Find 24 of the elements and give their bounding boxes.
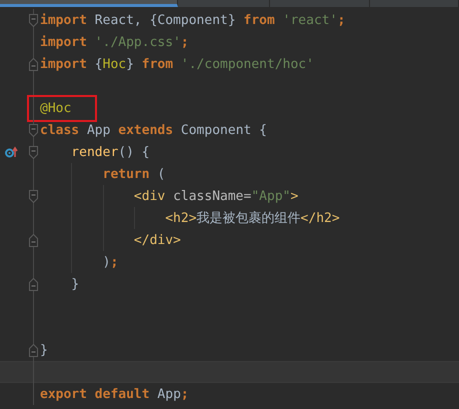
code-line: <h2>我是被包裹的组件</h2>: [164, 210, 340, 227]
code-line: );: [102, 254, 118, 270]
fold-icon[interactable]: [29, 234, 38, 246]
editor-tab[interactable]: [0, 0, 178, 7]
fold-icon[interactable]: [29, 344, 38, 356]
code-line: import React, {Component} from 'react';: [40, 12, 346, 28]
code-line: render() {: [70, 144, 150, 160]
override-method-icon[interactable]: [5, 146, 18, 158]
code-line: return (: [102, 166, 166, 182]
code-line: export default App;: [40, 386, 189, 402]
fold-icon[interactable]: [29, 190, 38, 202]
code-line: </div>: [132, 232, 181, 248]
fold-icon[interactable]: [29, 146, 38, 158]
code-line: import './App.css';: [40, 34, 189, 50]
code-line: @Hoc: [40, 100, 72, 116]
code-line: class App extends Component {: [40, 122, 267, 138]
fold-icon[interactable]: [29, 124, 38, 136]
fold-icon[interactable]: [29, 278, 38, 290]
code-line: }: [70, 276, 80, 292]
code-line: <div className="App">: [132, 188, 298, 204]
code-line: import {Hoc} from './component/hoc': [40, 56, 314, 72]
fold-icon[interactable]: [29, 14, 38, 26]
fold-icon[interactable]: [29, 58, 38, 70]
code-line: }: [40, 342, 48, 358]
